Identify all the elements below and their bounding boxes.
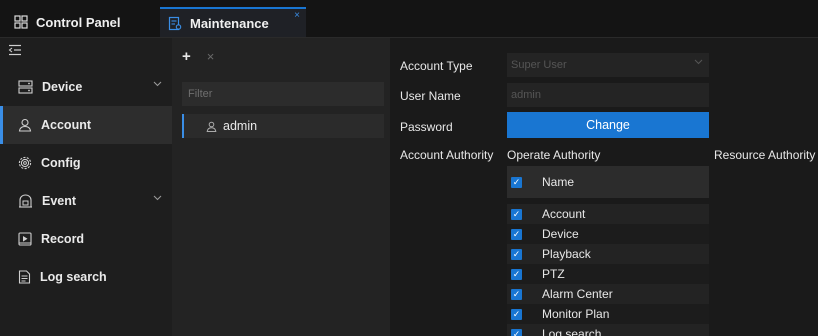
user-name-field[interactable]: admin (507, 83, 709, 107)
sidebar: Device Account Config Event Record Log s… (0, 38, 172, 336)
filter-input[interactable] (182, 82, 384, 106)
authority-name: Monitor Plan (542, 307, 610, 321)
checkbox[interactable]: ✓ (511, 268, 522, 280)
checkbox[interactable]: ✓ (511, 308, 522, 320)
sidebar-item-log-search[interactable]: Log search (0, 258, 172, 296)
authority-name: Log search (542, 327, 602, 336)
sidebar-item-account[interactable]: Account (0, 106, 172, 144)
change-password-button[interactable]: Change (507, 112, 709, 138)
document-icon (18, 270, 31, 284)
close-icon[interactable]: × (294, 10, 300, 21)
authority-name: Playback (542, 247, 591, 261)
table-row[interactable]: ✓ PTZ (507, 264, 709, 284)
add-account-button[interactable]: + (182, 48, 191, 65)
collapse-menu-icon[interactable] (8, 44, 22, 56)
user-name-value: admin (511, 89, 541, 101)
chevron-down-icon (153, 81, 162, 87)
sidebar-item-label: Log search (40, 270, 107, 284)
gear-icon (18, 156, 32, 170)
operate-authority-table: ✓ Name ✓ Account ✓ Device ✓ Playback ✓ P… (507, 166, 709, 336)
list-item[interactable]: admin (182, 114, 384, 138)
table-row[interactable]: ✓ Alarm Center (507, 284, 709, 304)
table-header: ✓ Name (507, 166, 709, 198)
sidebar-item-config[interactable]: Config (0, 144, 172, 182)
checkbox[interactable]: ✓ (511, 328, 522, 336)
sidebar-item-device[interactable]: Device (0, 68, 172, 106)
event-icon (19, 194, 32, 208)
account-detail-form: Account Type Super User User Name admin … (390, 38, 818, 336)
account-name: admin (223, 119, 258, 133)
checkbox[interactable]: ✓ (511, 228, 522, 240)
sidebar-item-label: Record (41, 232, 85, 246)
checkbox[interactable]: ✓ (511, 288, 522, 300)
chevron-down-icon (694, 59, 703, 65)
column-name-header: Name (542, 175, 575, 189)
user-name-label: User Name (400, 89, 461, 103)
password-label: Password (400, 120, 453, 134)
sidebar-item-label: Event (42, 194, 77, 208)
sidebar-item-event[interactable]: Event (0, 182, 172, 220)
table-row[interactable]: ✓ Device (507, 224, 709, 244)
account-type-value: Super User (511, 59, 567, 71)
sidebar-item-label: Account (41, 118, 91, 132)
account-icon (18, 118, 32, 132)
table-row[interactable]: ✓ Playback (507, 244, 709, 264)
account-type-label: Account Type (400, 59, 473, 73)
table-row[interactable]: ✓ Log search (507, 324, 709, 336)
sidebar-item-label: Config (41, 156, 81, 170)
user-icon (206, 121, 217, 132)
operate-authority-heading: Operate Authority (507, 148, 601, 162)
select-all-checkbox[interactable]: ✓ (511, 176, 522, 188)
top-tab-bar: Control Panel Maintenance × (0, 0, 818, 38)
account-type-select[interactable]: Super User (507, 53, 709, 77)
account-authority-label: Account Authority (400, 148, 494, 162)
record-icon (18, 232, 32, 246)
device-icon (18, 80, 33, 94)
maintenance-icon (168, 16, 182, 30)
authority-name: Account (542, 207, 586, 221)
account-list-panel: + × admin (172, 38, 390, 336)
sidebar-item-label: Device (42, 80, 83, 94)
tab-control-panel-label: Control Panel (36, 14, 121, 30)
checkbox[interactable]: ✓ (511, 248, 522, 260)
table-row[interactable]: ✓ Account (507, 204, 709, 224)
tab-maintenance[interactable]: Maintenance × (160, 7, 306, 37)
sidebar-item-record[interactable]: Record (0, 220, 172, 258)
tab-maintenance-label: Maintenance (190, 15, 269, 31)
checkbox[interactable]: ✓ (511, 208, 522, 220)
table-row[interactable]: ✓ Monitor Plan (507, 304, 709, 324)
account-list-toolbar: + × (182, 48, 214, 65)
authority-rows: ✓ Account ✓ Device ✓ Playback ✓ PTZ ✓ Al… (507, 204, 709, 336)
authority-name: PTZ (542, 267, 565, 281)
authority-name: Alarm Center (542, 287, 613, 301)
resource-authority-heading[interactable]: Resource Authority (714, 148, 815, 162)
chevron-down-icon (153, 195, 162, 201)
grid-icon (14, 15, 28, 29)
authority-name: Device (542, 227, 579, 241)
tab-control-panel[interactable]: Control Panel (0, 7, 160, 37)
delete-account-button[interactable]: × (207, 49, 215, 64)
